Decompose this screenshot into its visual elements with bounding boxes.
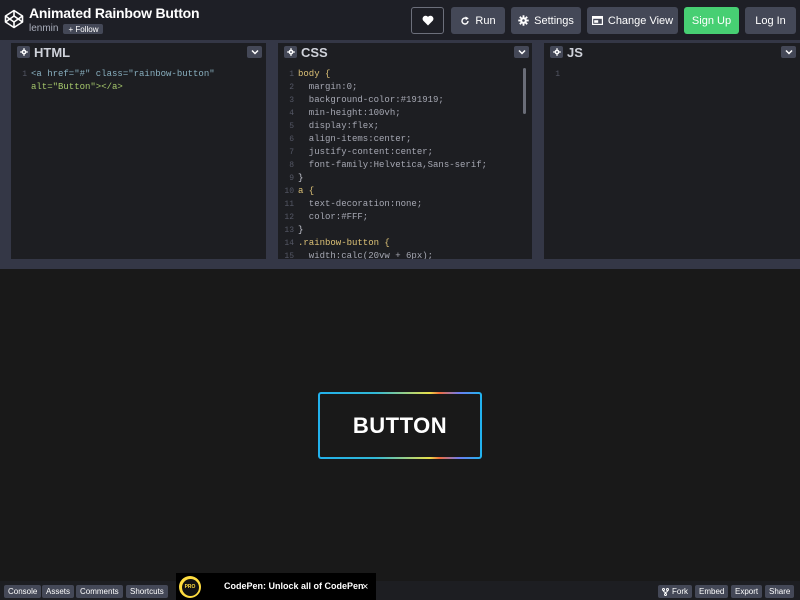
- code-line: alt="Button"></a>: [31, 82, 123, 92]
- export-button[interactable]: Export: [731, 585, 763, 598]
- promo-text: CodePen: Unlock all of CodePen: [224, 581, 364, 591]
- html-collapse-button[interactable]: [247, 46, 262, 58]
- html-editor-pane: HTML 1 <a href="#" class="rainbow-button"…: [11, 43, 266, 259]
- js-pane-header: JS: [544, 43, 800, 61]
- love-button[interactable]: [411, 7, 444, 34]
- share-button[interactable]: Share: [765, 585, 795, 598]
- code-line: 1 body {: [289, 69, 331, 79]
- code-line: 2 margin:0;: [289, 82, 358, 92]
- code-line: 13}: [284, 225, 304, 235]
- code-line: 1 <a href="#" class="rainbow-button": [22, 69, 215, 79]
- run-icon: [461, 16, 470, 25]
- css-editor-pane: CSS 1 body { 2 margin:0; 3 background-col…: [278, 43, 532, 259]
- fork-button[interactable]: Fork: [658, 585, 692, 598]
- css-collapse-button[interactable]: [514, 46, 529, 58]
- pen-info: Animated Rainbow Button lenmin + Follow: [29, 5, 200, 34]
- top-header: Animated Rainbow Button lenmin + Follow …: [0, 0, 800, 40]
- change-view-icon: [591, 16, 603, 25]
- login-button[interactable]: Log In: [745, 7, 796, 34]
- author-link[interactable]: lenmin: [29, 24, 58, 34]
- gear-icon: [518, 15, 529, 26]
- js-settings-button[interactable]: [550, 46, 563, 58]
- html-pane-title: HTML: [34, 45, 71, 60]
- chevron-down-icon: [250, 49, 259, 55]
- code-line: 1: [555, 70, 560, 79]
- html-settings-button[interactable]: [17, 46, 30, 58]
- css-pane-title: CSS: [301, 45, 328, 60]
- code-line: 12 color:#FFF;: [284, 212, 369, 222]
- pro-badge-icon: PRO: [179, 576, 201, 598]
- change-view-button[interactable]: Change View: [587, 7, 678, 34]
- chevron-down-icon: [784, 49, 793, 55]
- gear-icon: [286, 48, 295, 56]
- heart-icon: [422, 15, 433, 26]
- js-collapse-button[interactable]: [781, 46, 796, 58]
- chevron-down-icon: [517, 49, 526, 55]
- shortcuts-button[interactable]: Shortcuts: [126, 585, 168, 598]
- settings-label: Settings: [534, 14, 574, 27]
- console-button[interactable]: Console: [4, 585, 42, 598]
- change-view-label: Change View: [607, 14, 674, 27]
- js-pane-title: JS: [567, 45, 583, 60]
- css-scrollbar[interactable]: [523, 68, 526, 114]
- pen-title[interactable]: Animated Rainbow Button: [29, 5, 200, 21]
- code-line: 8 font-family:Helvetica,Sans-serif;: [289, 160, 488, 170]
- run-button[interactable]: Run: [451, 7, 505, 34]
- js-code-editor[interactable]: 1: [544, 64, 800, 259]
- html-pane-header: HTML: [11, 43, 266, 61]
- code-line: 4 min-height:100vh;: [289, 108, 401, 118]
- bottom-bar: Console Assets Comments Shortcuts PRO Co…: [0, 573, 800, 600]
- code-line: 9}: [289, 173, 304, 183]
- assets-button[interactable]: Assets: [42, 585, 75, 598]
- css-settings-button[interactable]: [284, 46, 297, 58]
- result-preview: BUTTON: [0, 269, 800, 581]
- code-line: 3 background-color:#191919;: [289, 95, 444, 105]
- settings-button[interactable]: Settings: [511, 7, 581, 34]
- gear-icon: [552, 48, 561, 56]
- run-label: Run: [475, 14, 496, 27]
- code-line: 10 a {: [284, 186, 315, 196]
- css-pane-header: CSS: [278, 43, 532, 61]
- signup-button[interactable]: Sign Up: [684, 7, 739, 34]
- embed-button[interactable]: Embed: [695, 585, 729, 598]
- html-code-editor[interactable]: 1 <a href="#" class="rainbow-button" alt=…: [11, 64, 266, 259]
- pro-promo-banner[interactable]: PRO CodePen: Unlock all of CodePen ×: [176, 573, 376, 600]
- code-line: 5 display:flex;: [289, 121, 380, 131]
- editor-area: HTML 1 <a href="#" class="rainbow-button"…: [0, 40, 800, 269]
- css-code-editor[interactable]: 1 body { 2 margin:0; 3 background-color:#…: [278, 64, 532, 259]
- gear-icon: [19, 48, 28, 56]
- close-icon[interactable]: ×: [362, 582, 368, 593]
- fork-icon: [662, 587, 669, 596]
- rainbow-button[interactable]: BUTTON: [318, 392, 482, 459]
- code-line: 6 align-items:center;: [289, 134, 412, 144]
- follow-button[interactable]: + Follow: [63, 24, 104, 34]
- code-line: 14 .rainbow-button {: [284, 238, 390, 248]
- code-line: 7 justify-content:center;: [289, 147, 434, 157]
- js-editor-pane: JS 1: [544, 43, 800, 259]
- code-line: 11 text-decoration:none;: [284, 199, 423, 209]
- comments-button[interactable]: Comments: [76, 585, 123, 598]
- codepen-logo-icon[interactable]: [4, 9, 24, 29]
- code-line: 15 width:calc(20vw + 6px);: [284, 251, 434, 259]
